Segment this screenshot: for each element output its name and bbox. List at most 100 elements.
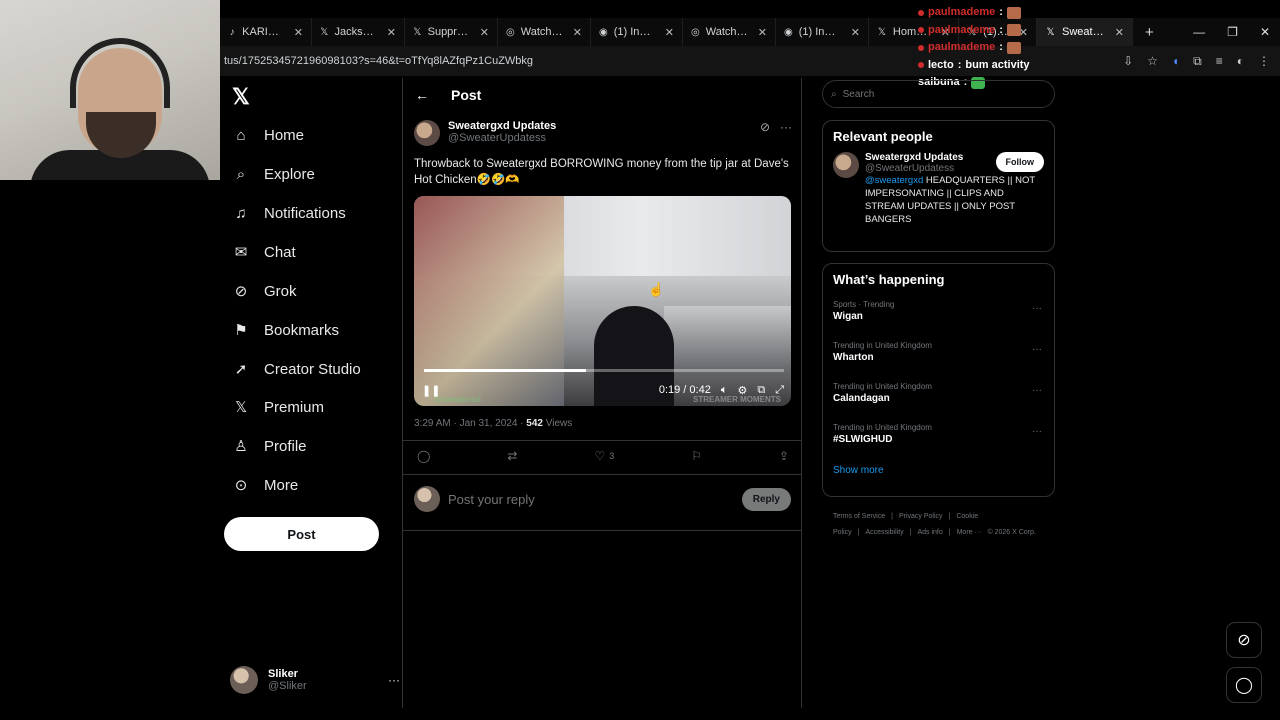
- close-tab-icon[interactable]: ✕: [851, 26, 860, 39]
- profile-avatar-icon[interactable]: ◐: [1237, 54, 1244, 68]
- footer-links: Terms of Service | Privacy Policy | Cookie P…: [833, 509, 1053, 541]
- volume-icon[interactable]: 🔈︎: [721, 384, 728, 397]
- install-icon[interactable]: ⇩: [1123, 54, 1133, 68]
- nav-item-premium[interactable]: 𝕏 Premium: [232, 398, 325, 417]
- grok-fab[interactable]: ⊘: [1226, 622, 1262, 658]
- nav-item-grok[interactable]: ⊘ Grok: [232, 282, 297, 301]
- picture-in-picture-icon[interactable]: ⧉: [757, 384, 765, 397]
- footer-link[interactable]: Accessibility: [866, 529, 904, 536]
- screen: ♪ KARIMO - N ✕ 𝕏 Jackson Hin ✕ 𝕏 Suppressed ✕ ◎ Wa…: [0, 0, 1280, 720]
- tweet-author-avatar[interactable]: [414, 120, 440, 146]
- tweet-more-icon[interactable]: ···: [780, 120, 792, 146]
- browser-tab[interactable]: ♪ KARIMO - N ✕: [220, 18, 312, 46]
- address-bar-icons: ⇩ ☆ ◖ ⧉ ≡ ◐ ⋮: [1123, 54, 1280, 69]
- relevant-person-avatar[interactable]: [833, 152, 859, 178]
- account-switcher[interactable]: Sliker @Sliker ···: [230, 666, 400, 694]
- search-input[interactable]: [842, 88, 1023, 100]
- new-tab-button[interactable]: +: [1133, 24, 1166, 41]
- bio-mention-link[interactable]: @sweatergxd: [865, 175, 923, 186]
- relevant-person-name[interactable]: Sweatergxd Updates: [865, 152, 963, 163]
- nav-item-creator-studio[interactable]: ➚ Creator Studio: [232, 360, 361, 379]
- browser-tab[interactable]: 𝕏 Jackson Hin ✕: [312, 18, 405, 46]
- close-tab-icon[interactable]: ✕: [387, 26, 396, 39]
- browser-tab[interactable]: ◉ (1) Instagran ✕: [591, 18, 683, 46]
- repost-action[interactable]: ⇄: [507, 449, 517, 463]
- reply-action[interactable]: ◯: [417, 449, 430, 463]
- tweet-video[interactable]: STREAMER MOMENTS @sweaterxd ❚❚ 0:19 / 0:…: [414, 196, 791, 406]
- fullscreen-icon[interactable]: ⤢: [775, 384, 784, 397]
- trend-more-icon[interactable]: ···: [1032, 385, 1042, 396]
- trend-item[interactable]: Sports · Trending Wigan ···: [823, 295, 1054, 336]
- nav-item-profile[interactable]: ♙ Profile: [232, 437, 306, 456]
- nav-item-explore[interactable]: ⌕ Explore: [232, 165, 315, 183]
- close-tab-icon[interactable]: ✕: [573, 26, 582, 39]
- tweet-timestamp[interactable]: 3:29 AM · Jan 31, 2024 ·: [414, 418, 526, 429]
- minimize-icon[interactable]: —: [1193, 25, 1205, 39]
- trend-item[interactable]: Trending in United Kingdom Calandagan ···: [823, 377, 1054, 418]
- bookmark-action[interactable]: ⚐: [691, 449, 702, 463]
- footer-link[interactable]: Ads info: [917, 529, 942, 536]
- close-tab-icon[interactable]: ✕: [1115, 26, 1124, 39]
- search-box[interactable]: ⌕: [822, 80, 1055, 108]
- nav-item-label: Chat: [264, 243, 296, 261]
- grok-icon[interactable]: ⊘: [760, 120, 770, 146]
- nav-item-home[interactable]: ⌂ Home: [232, 126, 304, 144]
- browser-tab[interactable]: 𝕏 Suppressed ✕: [405, 18, 498, 46]
- tweet-author-handle[interactable]: @SweaterUpdatess: [448, 132, 556, 144]
- trend-more-icon[interactable]: ···: [1032, 303, 1042, 314]
- x-icon: 𝕏: [877, 26, 886, 38]
- close-tab-icon[interactable]: ✕: [480, 26, 489, 39]
- reply-button[interactable]: Reply: [741, 487, 791, 511]
- footer-link[interactable]: Privacy Policy: [899, 513, 943, 520]
- footer-link[interactable]: © 2026 X Corp.: [987, 529, 1035, 536]
- close-tab-icon[interactable]: ✕: [665, 26, 674, 39]
- trend-item[interactable]: Trending in United Kingdom #SLWIGHUD ···: [823, 418, 1054, 459]
- nav-item-bookmarks[interactable]: ⚑ Bookmarks: [232, 321, 339, 340]
- url-text[interactable]: tus/1752534572196098103?s=46&t=oTfYq8lAZ…: [224, 55, 533, 67]
- close-tab-icon[interactable]: ✕: [758, 26, 767, 39]
- post-button[interactable]: Post: [224, 517, 379, 551]
- tweet-tools: ⊘ ···: [760, 120, 792, 146]
- chat-bubble-icon: ◯: [1235, 677, 1253, 694]
- chat-fab[interactable]: ◯: [1226, 667, 1262, 703]
- reply-input[interactable]: [448, 491, 734, 507]
- nav-item-chat[interactable]: ✉ Chat: [232, 243, 296, 262]
- like-action[interactable]: ♡ 3: [594, 449, 614, 463]
- browser-tab[interactable]: ◎ Watch Slik | ✕: [683, 18, 776, 46]
- browser-tab[interactable]: ◎ Watch . | Str ✕: [498, 18, 591, 46]
- x-logo[interactable]: 𝕏: [232, 84, 250, 110]
- close-tab-icon[interactable]: ✕: [294, 26, 303, 39]
- audio-icon[interactable]: ◖: [1172, 54, 1179, 68]
- back-arrow-icon[interactable]: ←: [415, 87, 429, 103]
- extensions-icon[interactable]: ⧉: [1193, 54, 1202, 69]
- follow-button[interactable]: Follow: [995, 152, 1044, 172]
- restore-icon[interactable]: ❐: [1227, 25, 1238, 39]
- tab-search-icon[interactable]: ≡: [1216, 54, 1223, 68]
- tweet-author-name[interactable]: Sweatergxd Updates: [448, 120, 556, 132]
- trend-item[interactable]: Trending in United Kingdom Wharton ···: [823, 336, 1054, 377]
- nav-item-more[interactable]: ⊙ More: [232, 476, 298, 495]
- relevant-person-handle[interactable]: @SweaterUpdatess: [865, 163, 963, 174]
- address-bar[interactable]: tus/1752534572196098103?s=46&t=oTfYq8lAZ…: [220, 46, 1280, 76]
- nav-item-notifications[interactable]: ♫ Notifications: [232, 204, 345, 222]
- tab-label: Sweaterg: [1062, 26, 1105, 38]
- chat-text: bum activity: [965, 58, 1030, 71]
- close-window-icon[interactable]: ✕: [1260, 25, 1270, 39]
- video-progress-bar[interactable]: [424, 369, 784, 372]
- share-action[interactable]: ⇪: [779, 449, 789, 463]
- trend-more-icon[interactable]: ···: [1032, 426, 1042, 437]
- footer-link[interactable]: More ···: [957, 529, 982, 536]
- footer-link[interactable]: Terms of Service: [833, 513, 885, 520]
- pause-icon[interactable]: ❚❚: [422, 384, 440, 397]
- settings-icon[interactable]: ⚙: [737, 384, 747, 397]
- trend-more-icon[interactable]: ···: [1032, 344, 1042, 355]
- star-icon[interactable]: ☆: [1147, 54, 1158, 68]
- nav-item-label: Premium: [264, 398, 325, 416]
- tiktok-icon: ♪: [229, 26, 235, 38]
- browser-menu-icon[interactable]: ⋮: [1258, 54, 1270, 68]
- browser-tab[interactable]: 𝕏 Sweaterg ✕: [1037, 18, 1133, 46]
- browser-tab[interactable]: ◉ (1) Instagran ✕: [776, 18, 869, 46]
- tab-label: Jackson Hin: [334, 26, 376, 38]
- more-icon[interactable]: ···: [388, 673, 400, 687]
- show-more-link[interactable]: Show more: [823, 459, 1054, 486]
